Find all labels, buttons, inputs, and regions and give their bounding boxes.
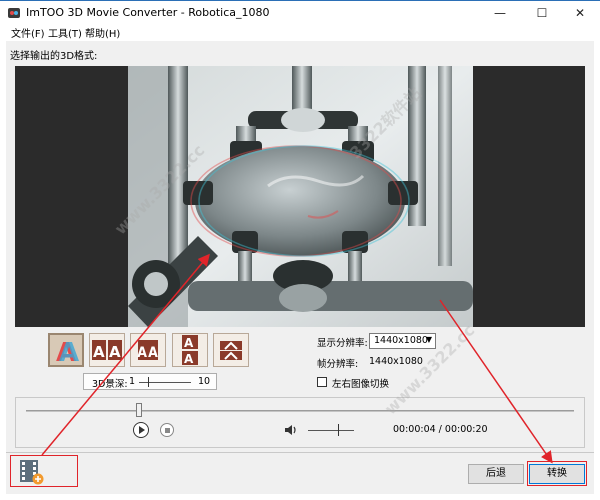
annotation-box-add [10,455,78,487]
display-resolution-label: 显示分辨率: [317,338,368,349]
depth-slider-thumb[interactable] [148,377,149,387]
format-side-by-side-button[interactable]: A A [89,333,125,367]
format-section-label: 选择输出的3D格式: [10,51,98,62]
player-panel: 00:00:04 / 00:00:20 [15,397,585,448]
top-bottom-half-icon [220,341,242,360]
format-anaglyph-button[interactable]: A A [48,333,84,368]
svg-text:A: A [137,345,147,361]
back-button[interactable]: 后退 [468,464,524,484]
top-bottom-aa-icon: A A [182,335,198,366]
format-top-bottom-half-button[interactable] [213,333,249,367]
window-title: ImTOO 3D Movie Converter - Robotica_1080 [26,6,270,19]
anaglyph-a-icon: A A [56,338,79,368]
video-frame [128,66,473,327]
title-bar: ImTOO 3D Movie Converter - Robotica_1080… [0,0,600,24]
depth-control: 3D景深: 1 10 [83,373,217,390]
depth-min-label: 1 [129,376,136,387]
menu-file[interactable]: 文件(F) [11,25,45,40]
progress-track[interactable] [26,410,574,412]
time-display: 00:00:04 / 00:00:20 [393,424,488,435]
play-button[interactable] [133,422,149,438]
format-top-bottom-button[interactable]: A A [172,333,208,367]
swap-lr-label: 左右图像切换 [332,379,390,390]
maximize-button[interactable]: ☐ [522,1,562,25]
app-icon [8,8,20,18]
frame-resolution-value: 1440x1080 [369,356,423,367]
svg-text:A: A [148,345,158,361]
svg-text:A: A [109,343,121,361]
close-button[interactable]: ✕ [560,1,600,25]
depth-slider-track[interactable] [139,382,191,383]
depth-max-label: 10 [198,376,211,387]
volume-icon[interactable] [284,423,298,437]
frame-resolution-label: 帧分辨率: [317,359,359,370]
annotation-box-convert [527,461,587,486]
menu-tools[interactable]: 工具(T) [48,25,82,40]
display-resolution-select[interactable]: 1440x1080 ▼ [369,333,436,349]
depth-label: 3D景深: [92,379,128,390]
menu-bar: 文件(F) 工具(T) 帮助(H) [0,24,600,40]
format-side-by-side-half-button[interactable]: A A [130,333,166,367]
display-resolution-value: 1440x1080 [374,335,428,346]
svg-text:A: A [184,352,194,366]
progress-thumb[interactable] [135,403,142,417]
svg-text:A: A [184,336,194,350]
side-by-side-half-aa-icon: A A [137,340,159,361]
side-by-side-aa-icon: A A [92,340,122,361]
volume-slider-thumb[interactable] [338,424,339,436]
minimize-button[interactable]: — [480,1,520,25]
svg-text:A: A [93,343,105,361]
swap-lr-checkbox[interactable] [317,377,327,387]
menu-help[interactable]: 帮助(H) [85,25,120,40]
stop-button[interactable] [160,423,174,437]
volume-slider-track[interactable] [308,430,354,431]
chevron-down-icon: ▼ [425,335,432,344]
svg-text:A: A [59,338,79,365]
